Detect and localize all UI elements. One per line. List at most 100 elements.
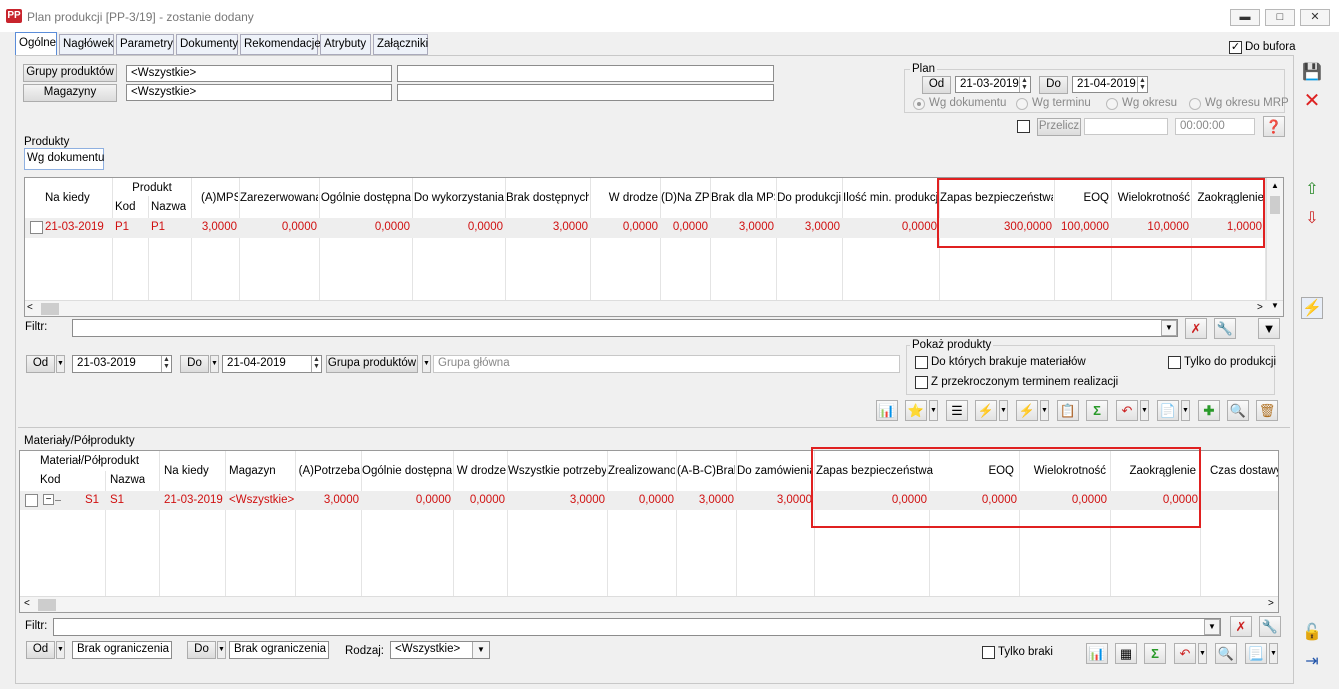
tab-parametry[interactable]: Parametry (116, 34, 174, 55)
clear-filter-icon[interactable]: ✗ (1185, 318, 1207, 339)
radio-wg-okresu-mrp[interactable] (1189, 98, 1201, 110)
list-icon[interactable]: ☰ (946, 400, 968, 421)
sum-icon[interactable]: Σ (1086, 400, 1108, 421)
col-nazwa[interactable]: Nazwa (151, 201, 186, 213)
col-brak-dla-mps[interactable]: Brak dla MPS (711, 192, 775, 204)
dropdown-arrow-icon[interactable]: ▼ (210, 355, 219, 373)
produkty-do-button[interactable]: Do (180, 355, 209, 373)
col-do-produkcji[interactable]: Do produkcji (777, 192, 841, 204)
brakuje-materialow-checkbox[interactable] (915, 356, 928, 369)
scroll-up-icon[interactable]: ▲ (1271, 181, 1279, 190)
do-bufora-checkbox[interactable]: ✓ (1229, 41, 1242, 54)
horizontal-scrollbar[interactable]: < > (25, 300, 1283, 316)
col-ilosc-min-produkcji[interactable]: Ilość min. produkcji (843, 192, 938, 204)
col-ogolnie-dostepna[interactable]: Ogólnie dostępna (320, 192, 411, 204)
plan-do-button[interactable]: Do (1039, 76, 1068, 94)
search-icon[interactable]: 🔍 (1215, 643, 1237, 664)
sum-icon[interactable]: Σ (1144, 643, 1166, 664)
col-a-potrzeba[interactable]: (A)Potrzeba (296, 465, 360, 477)
col-kod[interactable]: Kod (115, 201, 135, 213)
tab-wg-dokumentu[interactable]: Wg dokumentu (24, 148, 104, 170)
przelicz-button[interactable]: Przelicz (1037, 118, 1081, 136)
undo-icon[interactable]: ↶ (1174, 643, 1196, 664)
col-na-kiedy[interactable]: Na kiedy (164, 465, 209, 477)
materialy-do-button[interactable]: Do (187, 641, 216, 659)
lightning-green-icon[interactable]: ⚡ (1016, 400, 1038, 421)
add-icon[interactable]: ✚ (1198, 400, 1220, 421)
dropdown-arrow-icon[interactable]: ▼ (217, 641, 226, 659)
search-icon[interactable]: 🔍 (1227, 400, 1249, 421)
col-ogolnie-dostepna[interactable]: Ogólnie dostępna (362, 465, 452, 477)
chevron-down-icon[interactable]: ▼ (1204, 619, 1220, 635)
lightning-blue-icon[interactable]: ⚡ (1301, 297, 1323, 319)
cancel-icon[interactable]: ✕ (1301, 90, 1323, 112)
clear-filter-icon[interactable]: ✗ (1230, 616, 1252, 637)
chevron-down-icon[interactable]: ▼ (1161, 320, 1177, 336)
materialy-od-field[interactable]: Brak ograniczenia (72, 641, 172, 659)
przelicz-field[interactable] (1084, 118, 1168, 135)
close-icon[interactable]: ✕ (1300, 9, 1330, 26)
materialy-do-field[interactable]: Brak ograniczenia (229, 641, 329, 659)
row-checkbox[interactable] (25, 494, 38, 507)
vertical-scrollbar[interactable]: ▲ ▼ (1266, 178, 1283, 310)
hierarchy-icon[interactable]: ▦ (1115, 643, 1137, 664)
lightning-icon[interactable]: ⚡ (975, 400, 997, 421)
grupy-extra-field[interactable] (397, 65, 774, 82)
horizontal-scrollbar[interactable]: < > (20, 596, 1278, 612)
tylko-braki-checkbox[interactable] (982, 646, 995, 659)
scroll-down-icon[interactable]: ▼ (1271, 301, 1279, 310)
tab-dokumenty[interactable]: Dokumenty (176, 34, 238, 55)
lock-icon[interactable]: 🔓 (1301, 622, 1323, 644)
dropdown-arrow-icon[interactable]: ▼ (56, 641, 65, 659)
spin-icon[interactable]: ▲ ▼ (311, 356, 321, 372)
tylko-do-produkcji-checkbox[interactable] (1168, 356, 1181, 369)
col-wszystkie-potrzeby[interactable]: Wszystkie potrzeby (508, 465, 606, 477)
magazyny-button[interactable]: Magazyny (23, 84, 117, 102)
delete-icon[interactable]: 🗑 (1256, 400, 1278, 421)
radio-wg-dokumentu[interactable] (913, 98, 925, 110)
dropdown-arrow-icon[interactable]: ▼ (1198, 643, 1207, 664)
radio-wg-okresu[interactable] (1106, 98, 1118, 110)
dropdown-arrow-icon[interactable]: ▼ (1181, 400, 1190, 421)
filter-apply-icon[interactable]: ▼ (1258, 318, 1280, 339)
dropdown-arrow-icon[interactable]: ▼ (929, 400, 938, 421)
dropdown-arrow-icon[interactable]: ▼ (1040, 400, 1049, 421)
magazyny-extra-field[interactable] (397, 84, 774, 101)
spin-icon[interactable]: ▲ ▼ (161, 356, 171, 372)
scroll-right-icon[interactable]: > (1268, 598, 1274, 609)
produkty-do-date[interactable]: 21-04-2019 (222, 355, 322, 373)
chart-icon[interactable]: 📊 (1086, 643, 1108, 664)
przelicz-checkbox[interactable] (1017, 120, 1030, 133)
chart-icon[interactable]: 📊 (876, 400, 898, 421)
magazyny-field[interactable]: <Wszystkie> (126, 84, 392, 101)
scroll-left-icon[interactable]: < (24, 598, 30, 609)
minimize-icon[interactable]: ▬ (1230, 9, 1260, 26)
spin-icon[interactable]: ▲ ▼ (1137, 77, 1147, 92)
grupa-produktow-field[interactable]: Grupa główna (433, 355, 900, 373)
scroll-thumb[interactable] (1270, 196, 1280, 214)
dropdown-arrow-icon[interactable]: ▼ (56, 355, 65, 373)
document-z-icon[interactable]: 📃 (1245, 643, 1267, 664)
col-zarezerwowana[interactable]: Zarezerwowana (240, 192, 318, 204)
materialy-filtr-input[interactable] (53, 618, 1221, 636)
row-checkbox[interactable] (30, 221, 43, 234)
col-na-zp[interactable]: (D)Na ZP (661, 192, 709, 204)
tab-rekomendacje[interactable]: Rekomendacje (240, 34, 321, 55)
col-w-drodze[interactable]: W drodze (591, 192, 658, 204)
document-arrow-icon[interactable]: 📄 (1157, 400, 1179, 421)
tab-zalaczniki[interactable]: Załączniki (373, 34, 428, 55)
col-czas-dostawy[interactable]: Czas dostawy (1210, 465, 1278, 477)
col-magazyn[interactable]: Magazyn (229, 465, 276, 477)
scroll-thumb[interactable] (41, 303, 59, 315)
col-w-drodze[interactable]: W drodze (454, 465, 506, 477)
grupa-produktow-button[interactable]: Grupa produktów (326, 355, 418, 373)
scroll-thumb[interactable] (38, 599, 56, 611)
copy-document-icon[interactable]: 📋 (1057, 400, 1079, 421)
help-wizard-icon[interactable]: ❓ (1263, 116, 1285, 137)
materialy-od-button[interactable]: Od (26, 641, 55, 659)
plan-od-button[interactable]: Od (922, 76, 951, 94)
dropdown-arrow-icon[interactable]: ▼ (422, 355, 431, 373)
scroll-right-icon[interactable]: > (1257, 302, 1263, 313)
col-na-kiedy[interactable]: Na kiedy (45, 192, 90, 204)
filter-construct-icon[interactable]: 🔧 (1214, 318, 1236, 339)
